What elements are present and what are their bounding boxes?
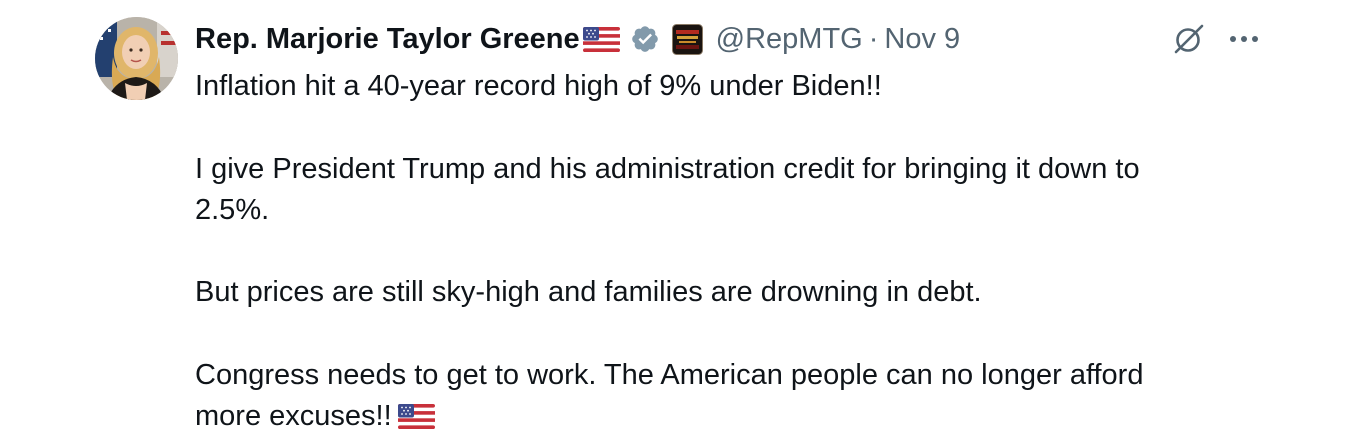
tweet-line: Inflation hit a 40-year record high of 9… <box>195 70 882 102</box>
us-flag-icon <box>397 400 435 441</box>
tweet-text: Inflation hit a 40-year record high of 9… <box>195 66 1275 442</box>
separator-dot: · <box>868 22 879 55</box>
display-name[interactable]: Rep. Marjorie Taylor Greene <box>195 23 580 56</box>
grok-button[interactable] <box>1170 20 1208 58</box>
tweet-line: I give President Trump and his administr… <box>195 152 1140 185</box>
avatar[interactable] <box>95 17 178 100</box>
tweet-line: more excuses!! <box>195 400 392 433</box>
more-options-button[interactable] <box>1226 22 1262 56</box>
handle[interactable]: @RepMTG <box>716 23 863 56</box>
affiliate-badge-icon[interactable] <box>671 23 703 55</box>
more-horizontal-icon <box>1230 36 1258 42</box>
grok-icon <box>1174 24 1204 54</box>
tweet[interactable]: Rep. Marjorie Taylor Greene @RepMTG · No… <box>0 0 1361 447</box>
us-flag-icon <box>582 26 620 52</box>
timestamp[interactable]: Nov 9 <box>884 23 960 56</box>
tweet-line: But prices are still sky-high and famili… <box>195 276 982 309</box>
avatar-photo <box>95 17 178 100</box>
verified-badge-icon[interactable] <box>630 24 660 54</box>
tweet-line: Congress needs to get to work. The Ameri… <box>195 359 1144 392</box>
tweet-last-line: more excuses!! <box>195 396 1275 441</box>
tweet-header: Rep. Marjorie Taylor Greene @RepMTG · No… <box>195 18 960 60</box>
tweet-line: 2.5%. <box>195 193 270 226</box>
